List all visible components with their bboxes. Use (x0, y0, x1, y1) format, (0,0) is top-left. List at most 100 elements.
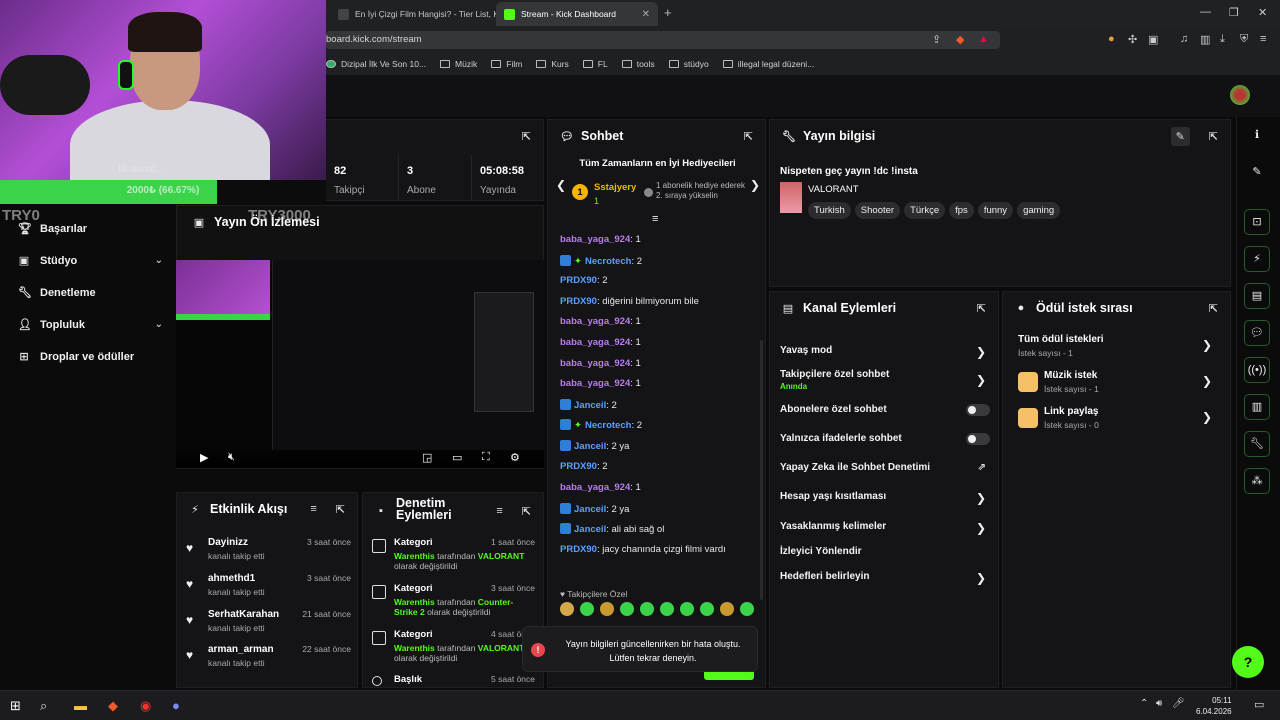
bookmark-folder[interactable]: FL (582, 59, 608, 69)
browser-tab-tierlist[interactable]: En İyi Çizgi Film Hangisi? - Tier List, … (330, 2, 496, 26)
popout-icon[interactable]: ⇱ (1209, 302, 1218, 315)
filter-icon[interactable]: ≡ (496, 505, 502, 517)
broadcast-icon[interactable]: ((•)) (1244, 357, 1270, 383)
bookmark-folder[interactable]: illegal legal düzeni... (722, 59, 814, 69)
brave-shield-icon[interactable]: ◆ (956, 33, 964, 46)
chat-username[interactable]: PRDX90 (560, 296, 597, 307)
bookmark-item[interactable]: Dizipal İlk Ve Son 10... (326, 59, 426, 69)
info-icon[interactable]: ℹ (1244, 123, 1270, 149)
collapse-icon[interactable]: ≡ (652, 213, 658, 225)
sidebar-item-drops[interactable]: ⊞ Droplar ve ödüller (18, 350, 163, 364)
bookmark-folder[interactable]: stüdyo (668, 59, 709, 69)
obs-icon[interactable]: ◉ (140, 698, 151, 714)
emote-icon[interactable] (620, 602, 634, 616)
music-icon[interactable]: ♫ (1180, 33, 1188, 45)
tag[interactable]: gaming (1017, 202, 1061, 219)
popout-icon[interactable]: ⇱ (744, 130, 753, 143)
document-icon[interactable]: ▤ (1244, 283, 1270, 309)
close-tab-icon[interactable]: ✕ (634, 9, 650, 20)
search-icon[interactable]: ⌕ (40, 698, 47, 714)
new-tab-button[interactable]: + (664, 5, 672, 20)
popout-icon[interactable]: ⇱ (977, 302, 986, 315)
chevron-right-icon[interactable]: ❯ (750, 178, 760, 192)
tag[interactable]: Shooter (854, 202, 901, 219)
chat-username[interactable]: baba_yaga_924 (560, 337, 630, 348)
edit-icon[interactable]: ✎ (1170, 126, 1190, 146)
mute-icon[interactable]: 🔇︎ (228, 451, 235, 464)
chat-username[interactable]: Janceil (574, 400, 606, 411)
action-redirect-viewers[interactable]: İzleyici Yönlendir (780, 546, 990, 557)
action-set-goals[interactable]: Hedefleri belirleyin ❯ (780, 571, 990, 585)
emote-icon[interactable] (580, 602, 594, 616)
puzzle-icon[interactable]: ✣ (1128, 33, 1137, 46)
chat-username[interactable]: baba_yaga_924 (560, 482, 630, 493)
chevron-left-icon[interactable]: ❮ (556, 178, 566, 192)
wrench-icon[interactable]: 🔧︎ (1244, 431, 1270, 457)
wallet-icon[interactable]: ▣ (1148, 33, 1158, 46)
vpn-icon[interactable]: ⛨ (1240, 33, 1248, 46)
window-close-icon[interactable]: ✕ (1258, 6, 1267, 19)
screen-icon[interactable]: ⊡ (1244, 209, 1270, 235)
edit-icon[interactable]: ✎ (1244, 160, 1270, 186)
bookmark-folder[interactable]: tools (621, 59, 655, 69)
chat-icon[interactable]: 💬︎ (1244, 320, 1270, 346)
windows-start-icon[interactable]: ⊞ (10, 698, 21, 714)
action-account-age[interactable]: Hesap yaşı kısıtlaması ❯ (780, 491, 990, 505)
notification-icon[interactable]: ▭ (1254, 698, 1264, 711)
chat-username[interactable]: PRDX90 (560, 544, 597, 555)
action-ai-moderation[interactable]: Yapay Zeka ile Sohbet Denetimi ⇗ (780, 462, 990, 473)
chat-username[interactable]: Janceil (574, 524, 606, 535)
sidebar-toggle-icon[interactable]: ▥ (1200, 33, 1210, 46)
popout-icon[interactable]: ⇱ (1209, 130, 1218, 143)
brave-browser-icon[interactable]: ◆ (108, 698, 118, 714)
tray-chevron-icon[interactable]: ⌃ (1140, 698, 1148, 709)
emote-icon[interactable] (640, 602, 654, 616)
speaker-icon[interactable]: 🔊︎ (1156, 698, 1162, 709)
emote-icon[interactable] (600, 602, 614, 616)
sidebar-item-moderation[interactable]: 🔧︎ Denetleme (18, 286, 163, 300)
extension-icon[interactable]: ● (1108, 33, 1115, 45)
chat-username[interactable]: baba_yaga_924 (560, 378, 630, 389)
brave-rewards-icon[interactable]: ▲ (978, 33, 989, 45)
rewards-icon[interactable]: ⁂ (1244, 468, 1270, 494)
filter-icon[interactable]: ≡ (310, 503, 316, 515)
fullscreen-icon[interactable]: ⛶ (482, 451, 490, 464)
popout-icon[interactable]: ⇱ (522, 505, 531, 518)
emote-icon[interactable] (560, 602, 574, 616)
popout-icon[interactable]: ⇱ (522, 130, 531, 143)
download-icon[interactable]: ⤓ (1220, 33, 1225, 46)
bookmark-folder[interactable]: Müzik (440, 59, 477, 69)
minimize-icon[interactable]: — (1200, 6, 1211, 18)
chat-username[interactable]: Janceil (574, 441, 606, 452)
emote-icon[interactable] (700, 602, 714, 616)
chat-username[interactable]: PRDX90 (560, 461, 597, 472)
tag[interactable]: Türkçe (904, 202, 946, 219)
play-icon[interactable]: ▶ (200, 451, 208, 464)
reward-link-share[interactable]: Link paylaş İstek sayısı - 0 ❯ (1018, 406, 1218, 430)
toggle-switch[interactable] (966, 433, 990, 445)
chat-scrollbar[interactable] (760, 340, 763, 600)
help-button[interactable]: ? (1232, 646, 1264, 678)
cast-icon[interactable]: ▭ (452, 451, 462, 464)
popout-icon[interactable]: ⇱ (336, 503, 345, 516)
tag[interactable]: Turkish (808, 202, 851, 219)
chat-username[interactable]: Janceil (574, 504, 606, 515)
user-avatar[interactable] (1230, 85, 1250, 105)
sidebar-item-studio[interactable]: ▣ Stüdyo ⌄ (18, 254, 163, 268)
emote-icon[interactable] (680, 602, 694, 616)
tag[interactable]: funny (977, 202, 1014, 219)
discord-icon[interactable]: ● (172, 698, 180, 713)
chat-username[interactable]: PRDX90 (560, 275, 597, 286)
menu-icon[interactable]: ≡ (1260, 33, 1266, 45)
emote-icon[interactable] (740, 602, 754, 616)
lightning-icon[interactable]: ⚡︎ (1244, 246, 1270, 272)
action-followers-only[interactable]: Takipçilere özel sohbet Anında ❯ (780, 369, 990, 391)
maximize-icon[interactable]: ❐ (1229, 6, 1239, 19)
actions-icon[interactable]: ▥ (1244, 394, 1270, 420)
system-clock[interactable]: 05:11 6.04.2026 (1196, 695, 1232, 717)
toggle-switch[interactable] (966, 404, 990, 416)
chat-username[interactable]: baba_yaga_924 (560, 358, 630, 369)
stream-preview-video[interactable]: ▶ 🔇︎ ◲ ▭ ⛶ ⚙ (176, 260, 544, 468)
action-banned-words[interactable]: Yasaklanmış kelimeler ❯ (780, 521, 990, 535)
chat-username[interactable]: Necrotech (585, 256, 631, 267)
